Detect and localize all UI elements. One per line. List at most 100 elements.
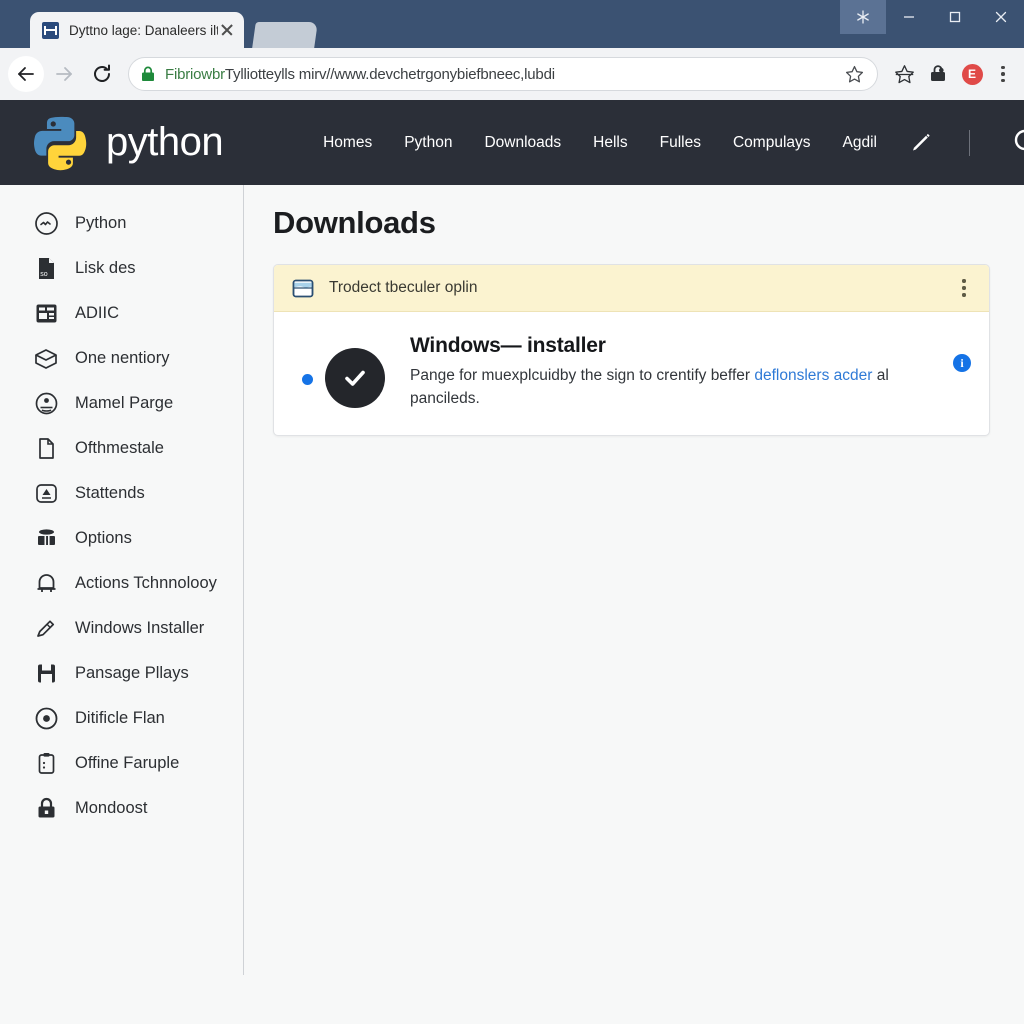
sidebar-item-label: Python [75, 214, 127, 232]
tab-favicon [42, 21, 59, 39]
pencil-icon [912, 133, 930, 150]
minimize-button[interactable] [886, 0, 932, 34]
close-icon [995, 11, 1007, 23]
browser-menu-button[interactable] [990, 58, 1016, 90]
title-bar: Dyttno lage: Danaleers iltrou.. [0, 0, 1024, 48]
notice-banner: Trodect tbeculer oplin [274, 265, 989, 312]
save-icon [33, 661, 59, 687]
sidebar-item-label: ADIIC [75, 304, 120, 322]
badge-icon [33, 481, 59, 507]
sidebar-item-label: Windows Installer [75, 619, 205, 637]
extensions-button[interactable] [888, 58, 920, 90]
bookmark-star-icon[interactable] [843, 63, 865, 85]
browser-window: Dyttno lage: Danaleers iltrou.. [0, 0, 1024, 1024]
browser-tab[interactable]: Dyttno lage: Danaleers iltrou.. [30, 12, 244, 48]
sidebar-item-label: Mondoost [75, 799, 148, 817]
sidebar-item-label: Pansage Pllays [75, 664, 189, 682]
target-icon [33, 706, 59, 732]
tab-title: Dyttno lage: Danaleers iltrou.. [69, 22, 218, 38]
nav-item-compulays[interactable]: Compulays [733, 134, 811, 152]
page-body: Python so Lisk des ADIIC One nentiory Ma… [0, 185, 1024, 1024]
bell-icon [33, 571, 59, 597]
sidebar-item-options[interactable]: Options [0, 516, 243, 561]
main-content: Downloads Trodect tbeculer oplin Windows… [243, 185, 1024, 1024]
selected-dot-icon [302, 374, 313, 385]
forward-button[interactable] [46, 56, 82, 92]
nav-divider [968, 129, 970, 156]
sidebar-item-offine-faruple[interactable]: Offine Faruple [0, 741, 243, 786]
window-controls [840, 0, 1024, 34]
lock-icon [142, 66, 154, 81]
menu-dot [1001, 65, 1005, 70]
sidebar-item-label: Offine Faruple [75, 754, 180, 772]
pencil-icon [33, 616, 59, 642]
lock-icon [33, 796, 59, 822]
snowflake-icon [857, 10, 869, 24]
nav-item-homes[interactable]: Homes [323, 134, 372, 152]
box-icon [33, 346, 59, 372]
python-logo-icon [34, 116, 87, 170]
nav-item-agdil[interactable]: Agdil [843, 134, 877, 152]
page-title: Downloads [273, 205, 436, 240]
url-rest: Tylliotteylls mirv//www.devchetrgonybief… [224, 65, 555, 83]
nav-item-fulles[interactable]: Fulles [660, 134, 701, 152]
lock-bag-icon [931, 65, 945, 81]
address-bar[interactable]: FibriowbrTylliotteylls mirv//www.devchet… [128, 57, 878, 91]
extension-badge: E [961, 63, 983, 85]
maximize-icon [949, 11, 961, 23]
close-button[interactable] [978, 0, 1024, 34]
banner-text: Trodect tbeculer oplin [329, 279, 478, 296]
brand-name: python [106, 120, 224, 164]
sidebar-item-stattends[interactable]: Stattends [0, 471, 243, 516]
maximize-button[interactable] [932, 0, 978, 34]
sidebar-item-ditificle-flan[interactable]: Ditificle Flan [0, 696, 243, 741]
minimize-icon [904, 16, 914, 18]
sidebar-item-pansage-pllays[interactable]: Pansage Pllays [0, 651, 243, 696]
banner-menu-button[interactable] [953, 273, 975, 303]
nav-search-button[interactable] [1010, 126, 1024, 160]
sidebar-divider [243, 185, 244, 975]
site-brand[interactable]: python [30, 112, 224, 174]
check-circle-icon [325, 348, 385, 408]
download-row[interactable]: Windows— installer Pange for muexplcuidb… [274, 312, 989, 435]
document-icon: so [33, 256, 59, 282]
nav-item-hells[interactable]: Hells [593, 134, 627, 152]
snowflake-button[interactable] [840, 0, 886, 34]
sidebar-item-one-nentiory[interactable]: One nentiory [0, 336, 243, 381]
folder-icon [292, 279, 314, 298]
desc-text-before: Pange for muexplcuidby the sign to crent… [410, 367, 755, 384]
sidebar-item-ofthmestale[interactable]: Ofthmestale [0, 426, 243, 471]
downloads-card: Trodect tbeculer oplin Windows— installe… [273, 264, 990, 436]
nav-pencil-button[interactable] [909, 131, 933, 155]
extension-badge-button[interactable]: E [956, 58, 988, 90]
sidebar-item-label: One nentiory [75, 349, 170, 367]
profile-lock-button[interactable] [922, 58, 954, 90]
download-description: Pange for muexplcuidby the sign to crent… [410, 365, 930, 411]
sidebar-item-actions-tchnnolooy[interactable]: Actions Tchnnolooy [0, 561, 243, 606]
nav-item-python[interactable]: Python [404, 134, 452, 152]
sidebar-item-adiic[interactable]: ADIIC [0, 291, 243, 336]
back-arrow-icon [18, 67, 34, 81]
sidebar-item-label: Stattends [75, 484, 145, 502]
desc-link[interactable]: deflonslers acder [754, 367, 872, 384]
new-tab-button[interactable] [252, 22, 318, 48]
drum-icon [33, 526, 59, 552]
sidebar-item-windows-installer[interactable]: Windows Installer [0, 606, 243, 651]
sidebar-item-mondoost[interactable]: Mondoost [0, 786, 243, 831]
sidebar-item-lisk-des[interactable]: so Lisk des [0, 246, 243, 291]
menu-dot [962, 286, 966, 290]
download-row-body: Windows— installer Pange for muexplcuidb… [385, 334, 953, 411]
sidebar-item-mamel-parge[interactable]: Mamel Parge [0, 381, 243, 426]
menu-dot [1001, 78, 1005, 83]
back-button[interactable] [8, 56, 44, 92]
reload-button[interactable] [84, 56, 120, 92]
tab-close-icon[interactable] [218, 21, 236, 39]
layout-icon [33, 301, 59, 327]
sidebar-item-label: Mamel Parge [75, 394, 174, 412]
sidebar-item-label: Ofthmestale [75, 439, 164, 457]
info-icon[interactable]: i [953, 354, 971, 372]
forward-arrow-icon [56, 67, 72, 81]
sidebar-item-python[interactable]: Python [0, 201, 243, 246]
nav-item-downloads[interactable]: Downloads [484, 134, 561, 152]
menu-dot [962, 279, 966, 283]
